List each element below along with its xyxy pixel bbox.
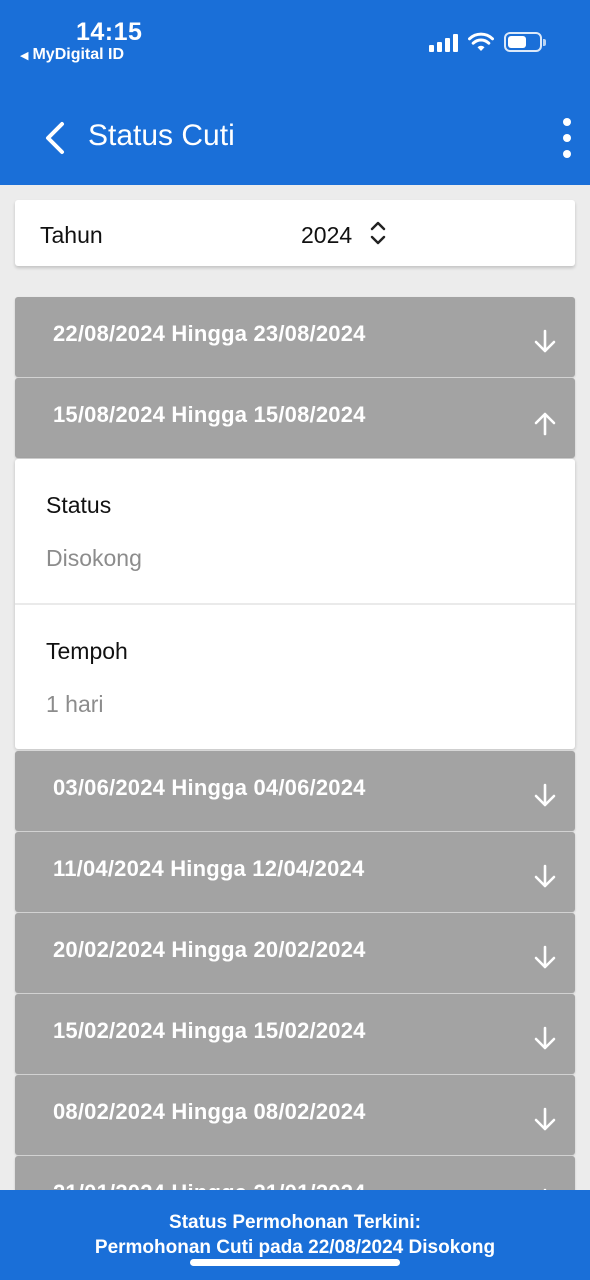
status-time: 14:15: [76, 18, 143, 46]
year-selector[interactable]: Tahun 2024: [15, 200, 575, 266]
banner-message: Permohonan Cuti pada 22/08/2024 Disokong: [94, 1237, 496, 1258]
battery-icon: [504, 32, 546, 52]
leave-record-dates: 20/02/2024 Hingga 20/02/2024: [53, 937, 366, 962]
wifi-icon: [468, 32, 494, 51]
leave-record-row[interactable]: 20/02/2024 Hingga 20/02/2024: [15, 913, 575, 993]
detail-status-section: Status Disokong: [15, 459, 575, 603]
detail-duration-value: 1 hari: [46, 691, 104, 717]
arrow-down-icon[interactable]: [533, 329, 557, 355]
leave-record-dates: 15/02/2024 Hingga 15/02/2024: [53, 1018, 366, 1043]
detail-duration-section: Tempoh 1 hari: [15, 605, 575, 749]
leave-record-dates: 03/06/2024 Hingga 04/06/2024: [53, 775, 366, 800]
status-back-app-label: MyDigital ID: [32, 46, 125, 63]
back-arrow-icon[interactable]: [38, 118, 74, 158]
leave-record-dates: 08/02/2024 Hingga 08/02/2024: [53, 1099, 366, 1124]
leave-record-row[interactable]: 03/06/2024 Hingga 04/06/2024: [15, 751, 575, 831]
arrow-down-icon[interactable]: [533, 1107, 557, 1133]
year-value[interactable]: 2024: [301, 222, 352, 249]
arrow-up-icon[interactable]: [533, 410, 557, 436]
detail-status-value: Disokong: [46, 545, 142, 571]
signal-icon: [429, 32, 458, 52]
app-header: 14:15 ◀ MyDigital ID Status Cuti: [0, 0, 590, 185]
leave-record-row[interactable]: 08/02/2024 Hingga 08/02/2024: [15, 1075, 575, 1155]
status-back-to-app[interactable]: ◀ MyDigital ID: [20, 46, 124, 64]
detail-status-title: Status: [46, 492, 112, 518]
detail-duration-title: Tempoh: [46, 638, 128, 664]
page-title: Status Cuti: [88, 119, 235, 152]
year-label: Tahun: [40, 222, 103, 248]
latest-application-banner: Status Permohonan Terkini: Permohonan Cu…: [0, 1190, 590, 1280]
back-triangle-icon: ◀: [20, 50, 29, 62]
more-options-icon[interactable]: [560, 118, 574, 158]
arrow-down-icon[interactable]: [533, 1026, 557, 1052]
leave-record-row[interactable]: 15/02/2024 Hingga 15/02/2024: [15, 994, 575, 1074]
arrow-down-icon[interactable]: [533, 864, 557, 890]
status-icons: [429, 32, 546, 52]
leave-record-dates: 15/08/2024 Hingga 15/08/2024: [53, 402, 366, 427]
arrow-down-icon[interactable]: [533, 783, 557, 809]
banner-title: Status Permohonan Terkini:: [169, 1212, 421, 1233]
arrow-down-icon[interactable]: [533, 945, 557, 971]
leave-record-row-expanded[interactable]: 15/08/2024 Hingga 15/08/2024: [15, 378, 575, 458]
leave-record-dates: 11/04/2024 Hingga 12/04/2024: [53, 856, 365, 881]
leave-record-row[interactable]: 22/08/2024 Hingga 23/08/2024: [15, 297, 575, 377]
leave-detail-panel: Status Disokong Tempoh 1 hari: [15, 459, 575, 749]
home-indicator[interactable]: [190, 1259, 400, 1266]
leave-record-row[interactable]: 11/04/2024 Hingga 12/04/2024: [15, 832, 575, 912]
up-down-chevron-icon[interactable]: [369, 220, 387, 246]
leave-record-dates: 22/08/2024 Hingga 23/08/2024: [53, 321, 366, 346]
